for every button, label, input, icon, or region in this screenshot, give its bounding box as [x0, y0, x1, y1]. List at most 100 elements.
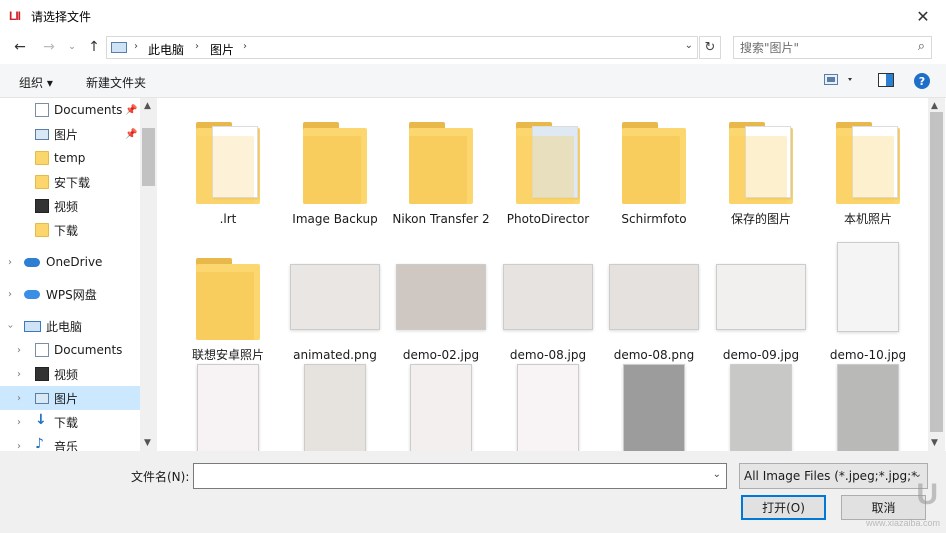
sidebar-item-this-pc[interactable]: › 此电脑 [0, 314, 140, 338]
sidebar-item-documents-quick[interactable]: Documents 📌 [0, 98, 140, 122]
folder-item[interactable]: .lrt [175, 106, 281, 238]
image-item[interactable] [282, 364, 388, 451]
file-name: demo-09.jpg [722, 348, 800, 362]
up-button[interactable]: ↑ [86, 38, 102, 56]
sidebar-item-music[interactable]: › ♪ 音乐 [0, 434, 140, 451]
back-button[interactable]: ← [11, 38, 29, 56]
sidebar-item-label: 此电脑 [46, 319, 83, 334]
image-item[interactable] [495, 364, 601, 451]
pin-icon[interactable]: 📌 [125, 105, 137, 116]
chevron-right-icon[interactable]: › [17, 369, 21, 380]
folder-item[interactable]: Nikon Transfer 2 [388, 106, 494, 238]
refresh-icon: ↻ [704, 40, 716, 55]
chevron-right-icon[interactable]: › [8, 289, 12, 300]
recent-locations-button[interactable]: ⌄ [66, 38, 78, 56]
filename-field[interactable]: ⌄ [193, 463, 727, 489]
sidebar-item-wps-cloud[interactable]: › WPS网盘 [0, 282, 140, 306]
folder-item[interactable]: Image Backup [282, 106, 388, 238]
folder-item[interactable]: Schirmfoto [601, 106, 707, 238]
image-item[interactable]: demo-10.jpg [815, 242, 921, 374]
image-item[interactable] [815, 364, 921, 451]
content-scrollbar-thumb[interactable] [930, 112, 943, 432]
file-name: Nikon Transfer 2 [392, 212, 490, 226]
watermark-logo: U [916, 478, 938, 511]
sidebar-item-documents[interactable]: › Documents [0, 338, 140, 362]
sidebar-item-onedrive[interactable]: › OneDrive [0, 250, 140, 274]
image-item[interactable]: demo-02.jpg [388, 242, 494, 374]
image-thumbnail [410, 364, 472, 451]
sidebar-item-downloads-quick[interactable]: 下载 [0, 218, 140, 242]
chevron-right-icon[interactable]: › [8, 257, 12, 268]
preview-pane-button[interactable] [878, 73, 894, 90]
breadcrumb-pictures[interactable]: 图片 [210, 41, 234, 58]
image-item[interactable]: demo-08.jpg [495, 242, 601, 374]
chevron-right-icon[interactable]: › [17, 417, 21, 428]
arrow-left-icon: ← [14, 39, 26, 55]
chevron-right-icon[interactable]: › [17, 393, 21, 404]
organize-menu[interactable]: 组织 ▾ [19, 74, 53, 91]
file-name: 联想安卓照片 [191, 348, 264, 362]
help-button[interactable]: ? [914, 73, 930, 89]
pin-icon[interactable]: 📌 [125, 129, 137, 140]
image-thumbnail [730, 364, 792, 451]
sidebar-item-label: 图片 [54, 391, 79, 406]
video-icon [35, 199, 49, 213]
chevron-right-icon[interactable]: › [17, 345, 21, 356]
search-box[interactable]: ⌕ [733, 36, 932, 59]
sidebar-item-temp[interactable]: temp [0, 146, 140, 170]
image-item[interactable] [175, 364, 281, 451]
image-item[interactable] [601, 364, 707, 451]
video-icon [35, 367, 49, 381]
breadcrumb-separator-icon: › [243, 41, 247, 52]
sidebar-item-pictures-quick[interactable]: 图片 📌 [0, 122, 140, 146]
sidebar-item-label: 下载 [54, 415, 79, 430]
forward-button[interactable]: → [40, 38, 58, 56]
chevron-down-icon[interactable]: › [5, 324, 16, 328]
folder-item[interactable]: PhotoDirector [495, 106, 601, 238]
view-options-button[interactable] [824, 73, 854, 90]
sidebar-item-pictures[interactable]: › 图片 [0, 386, 140, 410]
sidebar-item-label: WPS网盘 [46, 287, 97, 302]
file-name: .lrt [219, 212, 237, 226]
sidebar-item-videos-quick[interactable]: 视频 [0, 194, 140, 218]
image-thumbnail [517, 364, 579, 451]
cancel-button[interactable]: 取消 [841, 495, 926, 520]
search-input[interactable] [740, 37, 910, 58]
open-button[interactable]: 打开(O) [741, 495, 826, 520]
address-dropdown-icon[interactable]: ⌄ [685, 40, 693, 51]
sidebar-item-label: 视频 [54, 367, 79, 382]
image-thumbnail [197, 364, 259, 451]
sidebar-item-downloads[interactable]: › ↓ 下载 [0, 410, 140, 434]
scroll-up-icon[interactable]: ▲ [144, 101, 151, 111]
file-type-select[interactable]: All Image Files (*.jpeg;*.jpg;* ⌄ [739, 463, 928, 489]
image-item[interactable] [388, 364, 494, 451]
scroll-down-icon[interactable]: ▼ [144, 438, 151, 448]
close-icon: ✕ [916, 6, 930, 26]
sidebar-scrollbar-thumb[interactable] [142, 128, 155, 186]
sidebar-item-videos[interactable]: › 视频 [0, 362, 140, 386]
address-bar[interactable]: › 此电脑 › 图片 › ⌄ [106, 36, 698, 59]
image-item[interactable]: demo-09.jpg [708, 242, 814, 374]
search-icon[interactable]: ⌕ [918, 39, 925, 54]
scroll-down-icon[interactable]: ▼ [931, 438, 938, 448]
close-button[interactable]: ✕ [900, 0, 946, 32]
image-thumbnail [837, 364, 899, 451]
chevron-down-icon[interactable]: ⌄ [713, 469, 721, 480]
folder-icon [196, 122, 260, 204]
scroll-up-icon[interactable]: ▲ [931, 101, 938, 111]
new-folder-button[interactable]: 新建文件夹 [86, 74, 146, 91]
image-item[interactable]: animated.png [282, 242, 388, 374]
image-item[interactable]: demo-08.png [601, 242, 707, 374]
folder-item[interactable]: 保存的图片 [708, 106, 814, 238]
filename-input[interactable] [198, 464, 698, 488]
refresh-button[interactable]: ↻ [699, 36, 721, 59]
image-item[interactable] [708, 364, 814, 451]
sidebar-item-anxiazai[interactable]: 安下载 [0, 170, 140, 194]
folder-item[interactable]: 本机照片 [815, 106, 921, 238]
chevron-right-icon[interactable]: › [17, 441, 21, 452]
file-name: animated.png [293, 348, 377, 362]
file-name: demo-08.png [613, 348, 695, 362]
file-type-value: All Image Files (*.jpeg;*.jpg;* [744, 469, 918, 483]
breadcrumb-this-pc[interactable]: 此电脑 [148, 41, 184, 58]
folder-item[interactable]: 联想安卓照片 [175, 242, 281, 374]
